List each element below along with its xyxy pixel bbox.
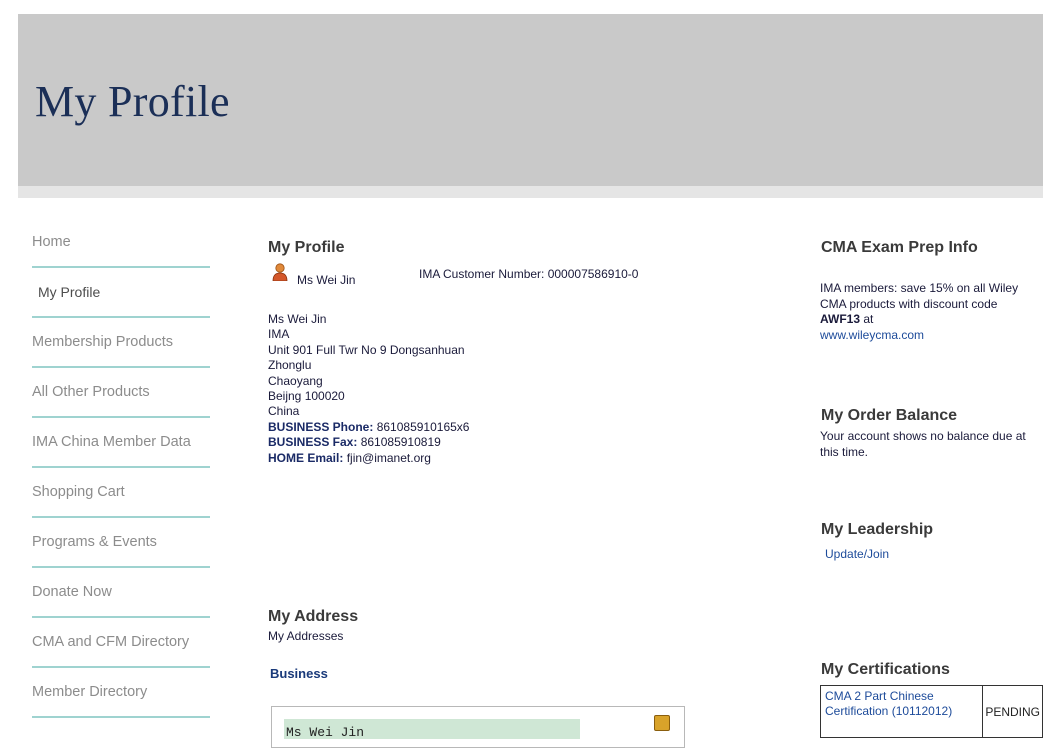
address-card: Ms Wei Jin — [271, 706, 685, 748]
certification-status: PENDING — [982, 685, 1043, 738]
sidebar-item-label: Member Directory — [32, 684, 148, 700]
sidebar-item-home[interactable]: Home — [32, 228, 210, 268]
home-email-value: fjin@imanet.org — [346, 450, 431, 465]
business-phone-row: BUSINESS Phone: 861085910165x6 — [268, 420, 469, 435]
sidebar-item-cma-cfm-directory[interactable]: CMA and CFM Directory — [32, 618, 210, 668]
business-fax-label: BUSINESS Fax: — [268, 435, 358, 450]
sidebar-item-label: All Other Products — [32, 384, 150, 400]
page-banner: My Profile — [18, 14, 1043, 186]
page-title: My Profile — [35, 77, 230, 126]
page-left-margin — [0, 0, 18, 735]
cma-prep-text-before: IMA members: save 15% on all Wiley CMA p… — [820, 281, 1019, 311]
address-line: Chaoyang — [268, 373, 323, 388]
business-phone-value: 861085910165x6 — [376, 419, 470, 434]
cma-prep-text-after: at — [860, 312, 874, 326]
sidebar-item-membership-products[interactable]: Membership Products — [32, 318, 210, 368]
sidebar-item-my-profile[interactable]: My Profile — [32, 268, 210, 318]
profile-section-title: My Profile — [268, 239, 345, 256]
address-line: China — [268, 404, 300, 419]
sidebar-item-donate-now[interactable]: Donate Now — [32, 568, 210, 618]
sidebar-item-label: CMA and CFM Directory — [32, 634, 190, 650]
home-email-label: HOME Email: — [268, 450, 344, 465]
sidebar-item-label: Programs & Events — [32, 534, 157, 550]
address-line: Ms Wei Jin — [268, 312, 327, 326]
sidebar-item-label: My Profile — [38, 284, 101, 300]
edit-icon[interactable] — [654, 715, 670, 731]
profile-display-name: Ms Wei Jin — [297, 273, 356, 287]
sidebar-item-programs-events[interactable]: Programs & Events — [32, 518, 210, 568]
update-join-link[interactable]: Update/Join — [825, 547, 889, 561]
person-icon — [272, 263, 288, 281]
certification-name[interactable]: CMA 2 Part Chinese Certification (101120… — [819, 685, 984, 738]
wiley-cma-link[interactable]: www.wileycma.com — [820, 328, 924, 342]
discount-code: AWF13 — [820, 312, 861, 326]
order-balance-title: My Order Balance — [821, 407, 958, 424]
sidebar-item-shopping-cart[interactable]: Shopping Cart — [32, 468, 210, 518]
sidebar-item-label: Donate Now — [32, 584, 112, 600]
address-line: Beijng 100020 — [268, 389, 345, 404]
business-fax-value: 861085910819 — [360, 435, 441, 450]
address-line: Unit 901 Full Twr No 9 Dongsanhuan — [268, 342, 465, 357]
my-addresses-link[interactable]: My Addresses — [268, 629, 343, 643]
sidebar-item-all-other-products[interactable]: All Other Products — [32, 368, 210, 418]
sidebar-item-label: Shopping Cart — [32, 484, 125, 500]
sidebar-item-label: Home — [32, 234, 71, 250]
banner-separator — [18, 186, 1043, 198]
address-line: Zhonglu — [268, 358, 312, 373]
order-balance-text: Your account shows no balance due at thi… — [820, 429, 1026, 459]
sidebar-nav: Home My Profile Membership Products All … — [32, 228, 212, 718]
sidebar-item-ima-china-member-data[interactable]: IMA China Member Data — [32, 418, 210, 468]
sidebar-item-label: Membership Products — [32, 334, 174, 350]
certifications-title: My Certifications — [821, 661, 950, 678]
certifications-table: CMA 2 Part Chinese Certification (101120… — [819, 685, 1043, 738]
business-phone-label: BUSINESS Phone: — [268, 419, 374, 434]
customer-number: IMA Customer Number: 000007586910-0 — [419, 267, 639, 281]
address-line: IMA — [268, 327, 290, 342]
address-card-name: Ms Wei Jin — [284, 719, 580, 740]
address-section-title: My Address — [268, 608, 359, 625]
business-address-label: Business — [270, 666, 328, 681]
sidebar-item-member-directory[interactable]: Member Directory — [32, 668, 210, 718]
business-fax-row: BUSINESS Fax: 861085910819 — [268, 435, 469, 450]
home-email-row: HOME Email: fjin@imanet.org — [268, 451, 469, 466]
cma-prep-title: CMA Exam Prep Info — [821, 239, 978, 256]
leadership-title: My Leadership — [821, 521, 934, 538]
profile-address-block: Ms Wei Jin IMA Unit 901 Full Twr No 9 Do… — [268, 312, 469, 466]
sidebar-item-label: IMA China Member Data — [32, 434, 191, 450]
cma-prep-text: IMA members: save 15% on all Wiley CMA p… — [820, 281, 1025, 343]
table-row: CMA 2 Part Chinese Certification (101120… — [819, 685, 1043, 738]
